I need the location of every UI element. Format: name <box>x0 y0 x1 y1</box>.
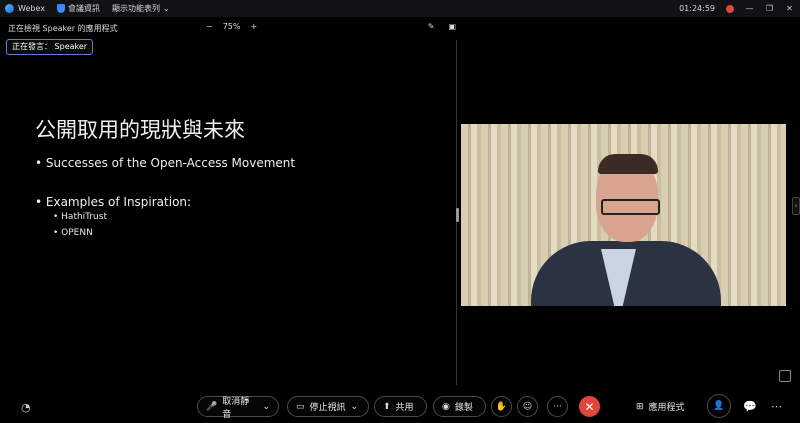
presenter-badge: 正在發言： Speaker <box>6 39 94 55</box>
zoom-in-button[interactable]: + <box>250 22 257 31</box>
zoom-out-button[interactable]: − <box>206 22 213 31</box>
record-button[interactable]: ◉ 錄製 <box>433 396 486 417</box>
share-toolbar: 正在檢視 Speaker 的應用程式 − 75% + ✎ ▣ <box>0 17 800 39</box>
apps-button[interactable]: ⊞ 應用程式 <box>636 400 685 414</box>
record-icon: ◉ <box>442 401 450 412</box>
share-button[interactable]: ⬆ 共用 <box>374 396 427 417</box>
camera-icon: ▭ <box>296 401 305 412</box>
speaker-hair <box>598 154 658 174</box>
annotate-icon[interactable]: ✎ <box>428 22 435 31</box>
stop-video-button[interactable]: ▭ 停止視訊 ⌄ <box>287 396 369 417</box>
slide-sub-bullet-1: • HathiTrust <box>53 212 107 222</box>
recording-indicator-icon <box>726 4 734 13</box>
mic-off-icon: 🎤 <box>206 401 218 412</box>
resize-handle[interactable] <box>456 208 459 222</box>
speaker-glasses <box>601 199 660 215</box>
meeting-controls: ◔ 🎤 取消靜音 ⌄ ▭ 停止視訊 ⌄ ⬆ 共用 ◉ 錄製 ✋ ☺ ··· ✕ … <box>0 394 800 423</box>
participants-icon: 👤 <box>713 401 725 411</box>
share-label: 共用 <box>395 403 414 413</box>
end-call-button[interactable]: ✕ <box>579 396 600 417</box>
zoom-controls: − 75% + <box>206 22 257 31</box>
raise-hand-button[interactable]: ✋ <box>491 396 512 417</box>
minimize-button[interactable]: — <box>745 4 754 13</box>
smiley-icon: ☺ <box>522 401 533 412</box>
shield-icon <box>56 4 65 13</box>
zoom-level: 75% <box>222 22 241 31</box>
layout-icon[interactable]: ◔ <box>21 401 31 414</box>
slide-sub-bullet-2: • OPENN <box>53 228 93 238</box>
slide-bullet-1: • Successes of the Open-Access Movement <box>35 156 296 170</box>
more-panels-icon[interactable]: ⋯ <box>771 400 782 413</box>
participants-button[interactable]: 👤 <box>707 394 731 418</box>
hand-icon: ✋ <box>495 401 508 412</box>
unmute-button[interactable]: 🎤 取消靜音 ⌄ <box>197 396 279 420</box>
pop-out-icon[interactable]: ▣ <box>448 22 456 31</box>
side-panel-toggle[interactable]: ‹ <box>792 197 800 215</box>
more-icon: ··· <box>553 401 562 412</box>
title-bar: Webex 會議資訊 顯示功能表列 ⌄ 01:24:59 — ❐ ✕ <box>0 0 800 17</box>
speaker-video <box>461 124 786 306</box>
window-controls: 01:24:59 — ❐ ✕ <box>679 0 794 17</box>
viewing-label: 正在檢視 Speaker 的應用程式 <box>8 24 118 33</box>
meeting-timer: 01:24:59 <box>679 4 715 13</box>
chevron-down-icon: ⌄ <box>262 401 270 412</box>
slide-bullet-2: • Examples of Inspiration: <box>35 195 192 209</box>
restore-button[interactable]: ❐ <box>765 4 774 13</box>
meeting-info-label: 會議資訊 <box>67 4 100 13</box>
share-icon: ⬆ <box>383 401 391 412</box>
apps-grid-icon: ⊞ <box>636 401 644 412</box>
show-menu-label: 顯示功能表列 <box>111 4 160 13</box>
unmute-label: 取消靜音 <box>222 396 250 420</box>
chat-icon[interactable]: 💬 <box>743 400 757 413</box>
chevron-down-icon: ⌄ <box>162 4 170 13</box>
share-tools: ✎ ▣ <box>428 22 456 31</box>
show-menu-bar-button[interactable]: 顯示功能表列 ⌄ <box>112 3 170 14</box>
stop-video-label: 停止視訊 <box>309 403 346 413</box>
app-name: Webex <box>18 4 45 13</box>
reactions-button[interactable]: ☺ <box>517 396 538 417</box>
more-options-button[interactable]: ··· <box>547 396 568 417</box>
expand-icon[interactable] <box>779 370 791 382</box>
app-brand: Webex <box>5 4 45 13</box>
slide-title: 公開取用的現狀與未來 <box>35 118 245 142</box>
record-label: 錄製 <box>454 403 473 413</box>
webex-logo-icon <box>5 4 14 13</box>
chevron-down-icon: ⌄ <box>350 401 359 412</box>
shared-slide: 公開取用的現狀與未來 • Successes of the Open-Acces… <box>0 58 456 388</box>
close-window-button[interactable]: ✕ <box>785 4 794 13</box>
apps-label: 應用程式 <box>648 403 685 413</box>
meeting-info-button[interactable]: 會議資訊 <box>56 3 100 14</box>
close-icon: ✕ <box>584 399 595 414</box>
